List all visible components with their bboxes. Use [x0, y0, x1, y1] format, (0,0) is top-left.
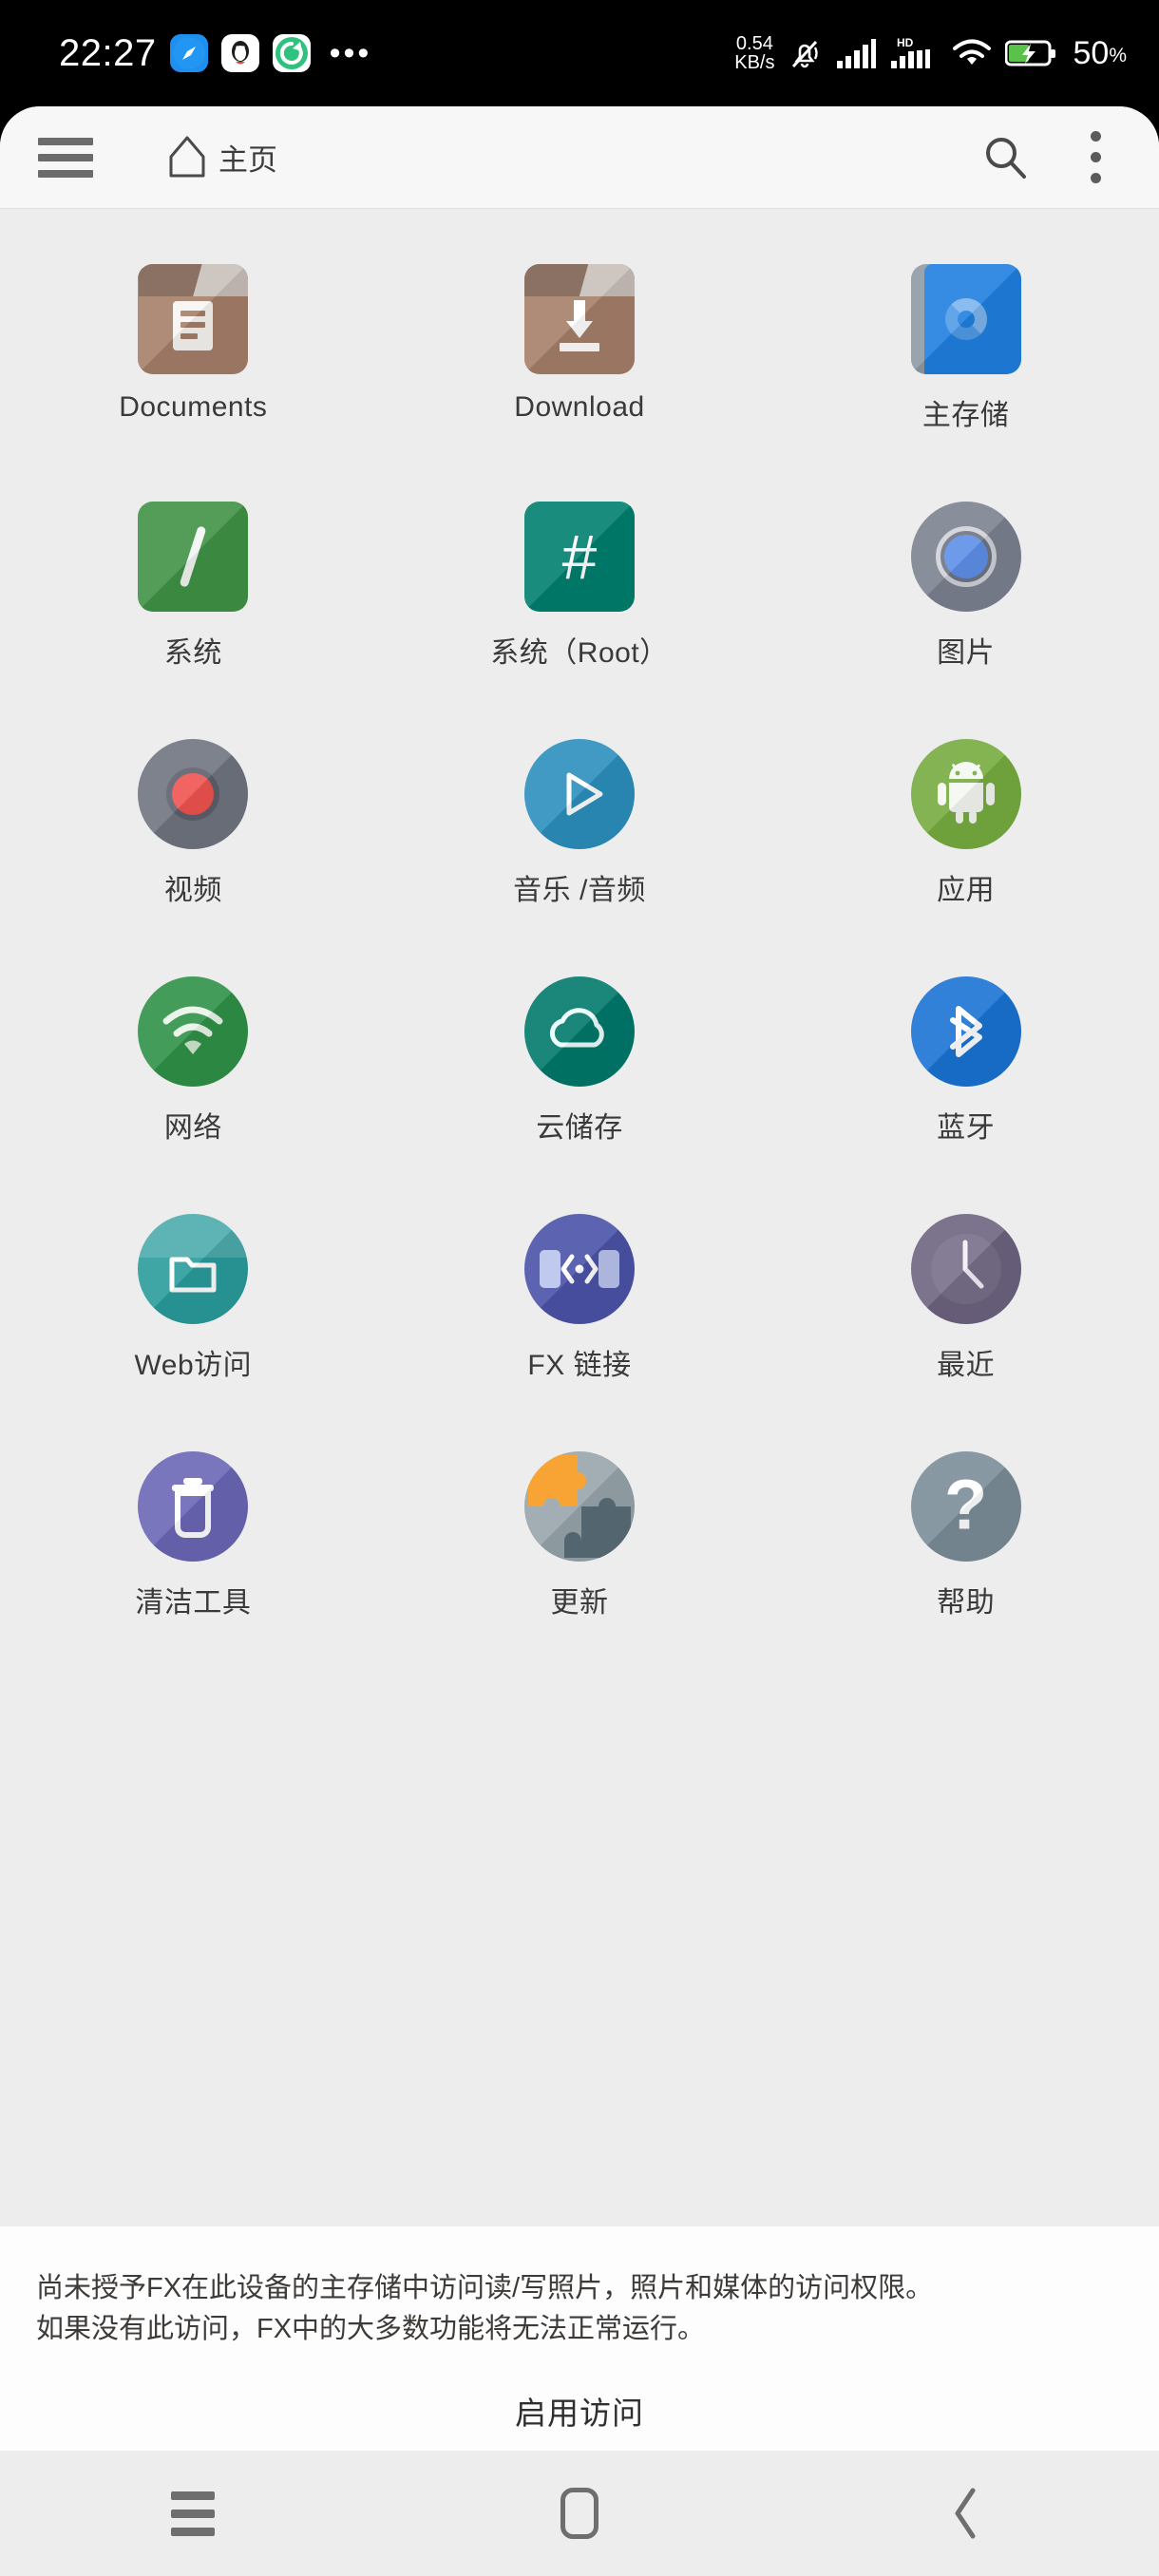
system-root-slash-icon: [138, 502, 249, 612]
svg-text:HD: HD: [897, 36, 914, 49]
grid-item-label: 网络: [163, 1112, 222, 1144]
permission-banner: 尚未授予FX在此设备的主存储中访问读/写照片，照片和媒体的访问权限。 如果没有此…: [0, 2226, 1159, 2451]
status-bar: 22:27 ••• 0.54 KB/s HD 50%: [0, 0, 1159, 106]
back-chevron-icon: [955, 2488, 976, 2539]
compass-browser-icon: [169, 34, 208, 72]
help-question-icon: ?: [910, 1451, 1021, 1562]
video-icon: [138, 739, 249, 849]
battery-charging-icon: [1005, 40, 1056, 66]
update-puzzle-icon: [523, 1451, 635, 1562]
hamburger-menu-icon[interactable]: [36, 133, 95, 182]
qq-penguin-icon: [220, 34, 259, 72]
overflow-menu-icon[interactable]: [1074, 124, 1117, 191]
status-bar-right: 0.54 KB/s HD 50%: [734, 34, 1127, 72]
main-storage-icon: [910, 264, 1021, 374]
grid-item-label: 图片: [937, 637, 996, 669]
grid-item-label: Documents: [119, 391, 268, 423]
recent-clock-icon: [910, 1214, 1021, 1324]
network-wifi-icon: [138, 976, 249, 1087]
search-icon[interactable]: [980, 132, 1032, 183]
signal-bars-icon: [837, 39, 877, 68]
nav-back-button[interactable]: [772, 2451, 1159, 2576]
grid-item-clean-tools[interactable]: 清洁工具: [0, 1430, 387, 1668]
grid-item-label: 主存储: [922, 400, 1010, 431]
network-speed-indicator: 0.54 KB/s: [734, 34, 774, 72]
grid-item-recent[interactable]: 最近: [772, 1193, 1159, 1430]
fx-connect-icon: [523, 1214, 635, 1324]
home-content: Documents Download 主存储 系统 # 系统（Root） 图片 …: [0, 209, 1159, 2192]
status-bar-left: 22:27 •••: [59, 32, 371, 75]
pictures-icon: [910, 502, 1021, 612]
grid-item-label: 清洁工具: [135, 1587, 252, 1619]
grid-item-label: 系统: [163, 637, 222, 669]
system-root-hash-icon: #: [523, 502, 635, 612]
permission-message-line-1: 尚未授予FX在此设备的主存储中访问读/写照片，照片和媒体的访问权限。: [36, 2273, 934, 2303]
page-title: 主页: [218, 143, 277, 177]
grid-item-label: 更新: [550, 1587, 609, 1619]
status-more-indicator: •••: [329, 34, 372, 71]
cloud-storage-icon: [523, 976, 635, 1087]
app-window: 主页 Documents Download 主存储 系统 # 系统（Root） …: [0, 106, 1159, 2451]
grid-item-main-storage[interactable]: 主存储: [772, 243, 1159, 481]
grid-item-label: FX 链接: [527, 1350, 632, 1381]
nav-home-button[interactable]: [387, 2451, 773, 2576]
grid-item-label: Download: [514, 391, 645, 423]
grid-item-apps[interactable]: 应用: [772, 718, 1159, 956]
battery-percent: 50%: [1073, 34, 1127, 71]
grid-item-fx-connect[interactable]: FX 链接: [387, 1193, 773, 1430]
wifi-icon: [953, 39, 992, 65]
grid-item-system-root[interactable]: # 系统（Root）: [387, 481, 773, 718]
recents-icon: [171, 2491, 216, 2536]
documents-folder-icon: [138, 264, 249, 374]
web-access-icon: [138, 1214, 249, 1324]
grid-item-system[interactable]: 系统: [0, 481, 387, 718]
grid-item-documents[interactable]: Documents: [0, 243, 387, 481]
network-speed-value: 0.54: [735, 33, 773, 54]
bluetooth-icon: [910, 976, 1021, 1087]
breadcrumb-home[interactable]: 主页: [165, 132, 277, 183]
grid-item-download[interactable]: Download: [387, 243, 773, 481]
nav-recents-button[interactable]: [0, 2451, 387, 2576]
mute-bell-icon: [792, 40, 819, 68]
grid-item-label: 云储存: [536, 1112, 623, 1144]
grid-item-help[interactable]: ? 帮助: [772, 1430, 1159, 1668]
system-nav-bar: [0, 2451, 1159, 2576]
grid-item-label: 音乐 /音频: [513, 875, 646, 906]
hd-signal-icon: HD: [891, 36, 931, 68]
grid-item-label: 帮助: [937, 1587, 996, 1619]
grid-item-label: 视频: [163, 875, 222, 906]
grid-item-cloud-storage[interactable]: 云储存: [387, 956, 773, 1193]
grid-item-label: 蓝牙: [937, 1112, 996, 1144]
grid-item-bluetooth[interactable]: 蓝牙: [772, 956, 1159, 1193]
music-audio-icon: [523, 739, 635, 849]
grid-item-web-access[interactable]: Web访问: [0, 1193, 387, 1430]
home-icon: [169, 136, 205, 177]
enable-access-button[interactable]: 启用访问: [32, 2388, 1127, 2434]
status-time: 22:27: [59, 31, 157, 74]
grid-item-music-audio[interactable]: 音乐 /音频: [387, 718, 773, 956]
network-speed-unit: KB/s: [734, 52, 775, 73]
shortcut-grid: Documents Download 主存储 系统 # 系统（Root） 图片 …: [0, 243, 1159, 1668]
download-folder-icon: [523, 264, 635, 374]
grid-item-label: Web访问: [134, 1350, 253, 1381]
grid-item-label: 系统（Root）: [490, 637, 669, 669]
home-square-icon: [560, 2488, 598, 2539]
permission-message-line-2: 如果没有此访问，FX中的大多数功能将无法正常运行。: [36, 2313, 706, 2344]
sync-icon: [272, 34, 311, 72]
clean-tools-trash-icon: [138, 1451, 249, 1562]
apps-android-icon: [910, 739, 1021, 849]
app-toolbar: 主页: [0, 106, 1159, 209]
grid-item-network[interactable]: 网络: [0, 956, 387, 1193]
grid-item-pictures[interactable]: 图片: [772, 481, 1159, 718]
grid-item-label: 应用: [937, 875, 996, 906]
grid-item-update[interactable]: 更新: [387, 1430, 773, 1668]
grid-item-video[interactable]: 视频: [0, 718, 387, 956]
grid-item-label: 最近: [937, 1350, 996, 1381]
